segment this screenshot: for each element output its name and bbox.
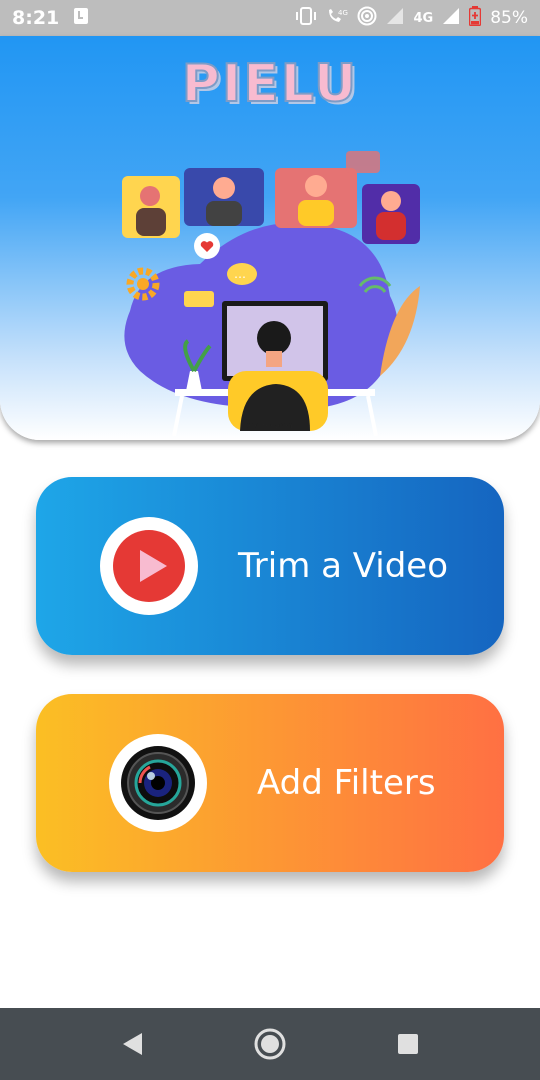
signal-icon [386, 7, 404, 29]
network-type-label: 4G [413, 10, 434, 26]
svg-text:…: … [234, 267, 246, 281]
back-triangle-icon [123, 1033, 142, 1055]
status-bar: 8:21 4G 4G 85% [0, 0, 540, 36]
status-time: 8:21 [12, 7, 60, 29]
home-circle-icon [254, 1028, 286, 1060]
add-filters-label: Add Filters [257, 763, 436, 803]
recents-square-icon [398, 1034, 418, 1054]
trim-video-button[interactable]: Trim a Video [36, 477, 504, 655]
watermark: pngtree.com [244, 420, 296, 430]
notification-icon [73, 7, 89, 29]
back-button[interactable] [112, 1024, 152, 1064]
svg-text:4G: 4G [338, 9, 348, 17]
recents-button[interactable] [388, 1024, 428, 1064]
play-icon [100, 517, 198, 615]
video-call-illustration: … [122, 151, 420, 436]
vibrate-icon [295, 7, 317, 29]
app-logo: PIELU [181, 53, 359, 115]
trim-video-label: Trim a Video [238, 546, 449, 586]
camera-lens-icon [109, 734, 207, 832]
hotspot-icon [357, 6, 377, 30]
navigation-bar [0, 1008, 540, 1080]
home-button[interactable] [250, 1024, 290, 1064]
volte-call-icon: 4G [326, 7, 348, 29]
hero-banner: PIELU … pngtree.com [0, 36, 540, 440]
battery-icon [468, 6, 482, 30]
signal-icon-2 [442, 7, 460, 29]
add-filters-button[interactable]: Add Filters [36, 694, 504, 872]
battery-percent: 85% [490, 8, 528, 28]
